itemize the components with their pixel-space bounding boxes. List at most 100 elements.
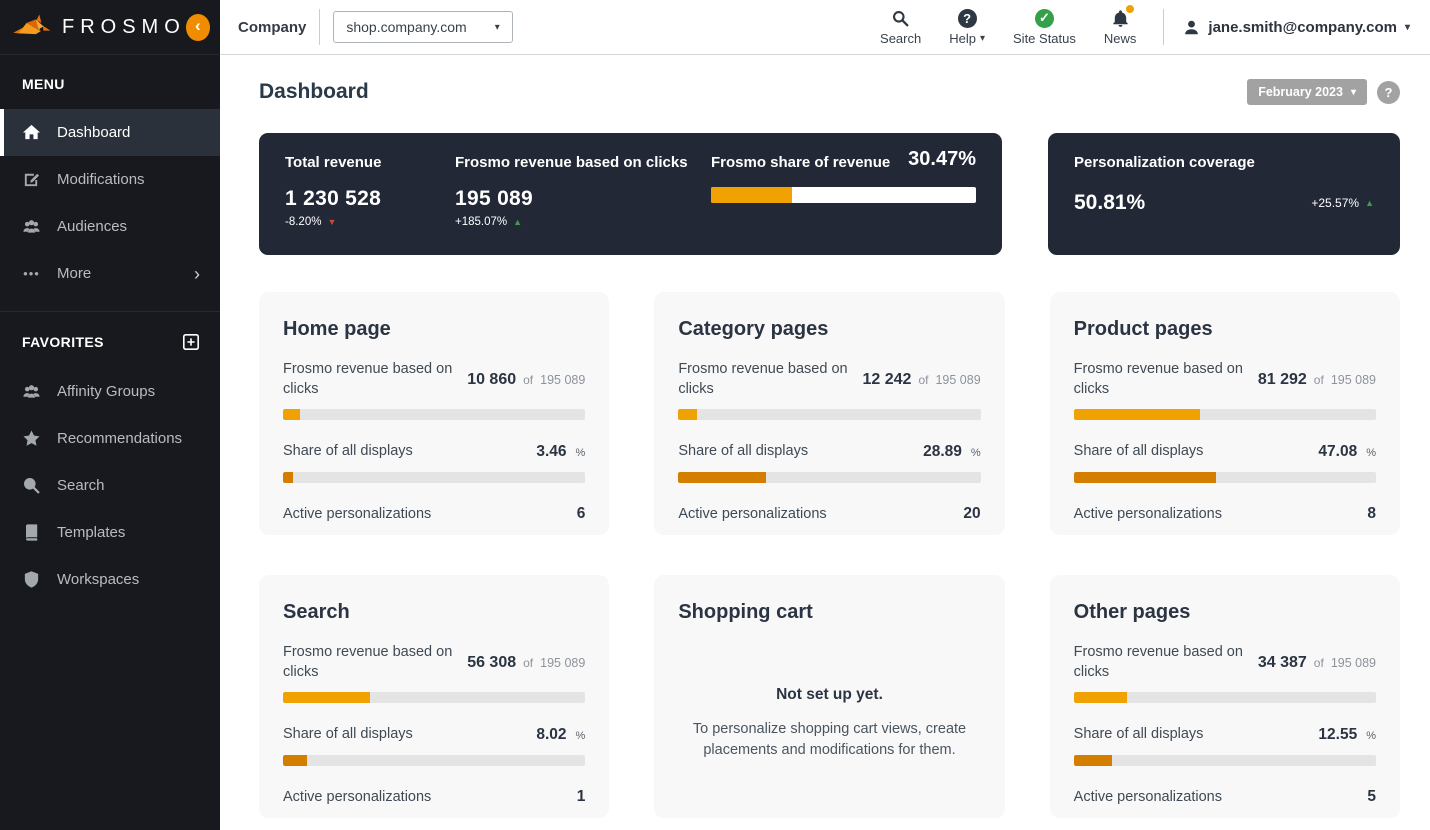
sidebar-item-more[interactable]: ••• More › <box>0 250 220 297</box>
menu-header-label: MENU <box>22 76 65 92</box>
active-personalizations-value: 8 <box>1367 505 1376 523</box>
triangle-up-icon: ▲ <box>1365 197 1374 208</box>
sidebar-item-label: Affinity Groups <box>57 383 156 400</box>
of-label: of <box>523 655 534 670</box>
news-button[interactable]: News <box>1103 5 1137 46</box>
revenue-bar <box>1073 409 1376 421</box>
share-bar-fill <box>283 471 294 483</box>
brand-header: FROSMO ‹ <box>0 0 220 55</box>
share-bar <box>1073 471 1376 483</box>
revenue-total: 195 089 <box>540 372 586 387</box>
card-title: Other pages <box>1073 601 1191 623</box>
active-personalizations-label: Active personalizations <box>1073 788 1222 805</box>
revenue-bar <box>678 409 981 421</box>
page-title: Dashboard <box>259 80 369 103</box>
news-label: News <box>1103 31 1137 46</box>
topbar-divider <box>1163 9 1165 45</box>
empty-state-text: To personalize shopping cart views, crea… <box>692 721 967 759</box>
notification-dot <box>1125 5 1134 13</box>
active-personalizations-value: 1 <box>576 788 586 806</box>
topbar-divider <box>319 9 321 45</box>
site-status-label: Site Status <box>1013 31 1076 46</box>
users-icon <box>23 385 40 398</box>
caret-down-icon: ▾ <box>1404 21 1410 33</box>
book-icon <box>25 524 38 541</box>
dashboard-content: Dashboard February 2023 ▾ ? Total revenu… <box>220 55 1430 830</box>
revenue-metric-label: Frosmo revenue based on clicks <box>1073 361 1243 397</box>
product-pages-card: Product pages Frosmo revenue based on cl… <box>1049 292 1400 535</box>
period-selector-button[interactable]: February 2023 ▾ <box>1247 79 1367 105</box>
share-metric-label: Share of all displays <box>283 726 413 743</box>
revenue-bar-fill <box>678 409 698 421</box>
add-favorite-button[interactable] <box>182 333 200 351</box>
share-unit: % <box>575 446 586 459</box>
revenue-bar <box>283 692 586 704</box>
user-email: jane.smith@company.com <box>1208 18 1397 36</box>
of-label: of <box>918 372 929 387</box>
share-bar <box>1073 754 1376 766</box>
home-icon <box>22 124 41 140</box>
sidebar-item-audiences[interactable]: Audiences <box>0 203 220 250</box>
share-unit: % <box>1366 729 1376 742</box>
star-icon <box>23 430 40 446</box>
sidebar-item-workspaces[interactable]: Workspaces <box>0 556 220 603</box>
revenue-bar <box>283 409 586 421</box>
search-icon <box>23 477 40 494</box>
chevron-left-icon: ‹ <box>195 16 201 35</box>
question-icon: ? <box>957 8 977 28</box>
revenue-metric-label: Frosmo revenue based on clicks <box>283 644 453 680</box>
ellipsis-icon: ••• <box>23 266 40 281</box>
bell-icon <box>1111 5 1134 28</box>
share-of-revenue-label: Frosmo share of revenue <box>711 154 891 171</box>
brand-name: FROSMO <box>62 15 186 38</box>
sidebar-item-affinity-groups[interactable]: Affinity Groups <box>0 368 220 415</box>
sidebar-item-modifications[interactable]: Modifications <box>0 156 220 203</box>
search-card: Search Frosmo revenue based on clicks 56… <box>259 575 610 818</box>
of-label: of <box>523 372 534 387</box>
frosmo-revenue-value: 195 089 <box>455 187 534 210</box>
period-label: February 2023 <box>1258 85 1343 99</box>
active-personalizations-label: Active personalizations <box>1073 505 1222 522</box>
shopping-cart-card: Shopping cart Not set up yet. To persona… <box>654 575 1005 818</box>
other-pages-card: Other pages Frosmo revenue based on clic… <box>1049 575 1400 818</box>
share-value: 12.55 <box>1318 725 1358 743</box>
revenue-bar-fill <box>283 409 300 421</box>
share-bar <box>283 471 586 483</box>
main-area: Company shop.company.com ▾ Search ? Help… <box>220 0 1430 830</box>
chevron-right-icon: › <box>194 263 200 284</box>
user-menu[interactable]: jane.smith@company.com ▾ <box>1183 19 1410 36</box>
sidebar: FROSMO ‹ MENU Dashboard Modifications Au… <box>0 0 220 830</box>
sidebar-item-templates[interactable]: Templates <box>0 509 220 556</box>
sidebar-item-dashboard[interactable]: Dashboard <box>0 109 220 156</box>
active-personalizations-label: Active personalizations <box>678 505 827 522</box>
revenue-total: 195 089 <box>935 372 981 387</box>
favorites-section-header: FAVORITES <box>0 312 220 368</box>
sidebar-item-label: Dashboard <box>57 124 131 141</box>
share-metric-label: Share of all displays <box>1073 726 1204 743</box>
site-selector-dropdown[interactable]: shop.company.com ▾ <box>333 11 513 43</box>
caret-down-icon: ▾ <box>1350 86 1356 98</box>
sidebar-collapse-button[interactable]: ‹ <box>185 13 210 41</box>
search-action-button[interactable]: Search <box>880 8 921 46</box>
page-help-button[interactable]: ? <box>1377 80 1400 104</box>
card-title: Home page <box>283 318 391 340</box>
revenue-bar <box>1073 692 1376 704</box>
revenue-total: 195 089 <box>1330 655 1376 670</box>
site-status-button[interactable]: ✓ Site Status <box>1013 8 1076 46</box>
share-bar <box>283 754 586 766</box>
share-bar-fill <box>1073 471 1216 483</box>
card-title: Product pages <box>1073 318 1213 340</box>
help-menu-button[interactable]: ? Help ▾ <box>949 8 985 46</box>
share-bar <box>678 471 981 483</box>
site-selector-value: shop.company.com <box>346 19 467 35</box>
edit-icon <box>24 173 40 187</box>
sidebar-item-search[interactable]: Search <box>0 462 220 509</box>
menu-section-header: MENU <box>0 55 220 109</box>
caret-down-icon: ▾ <box>494 21 500 33</box>
revenue-overview-card: Total revenue 1 230 528 -8.20% ▼ Frosmo … <box>259 133 1002 255</box>
revenue-metric-label: Frosmo revenue based on clicks <box>1073 644 1243 680</box>
site-status-icon: ✓ <box>1034 8 1054 28</box>
total-revenue-delta: -8.20% <box>285 216 322 228</box>
sidebar-item-recommendations[interactable]: Recommendations <box>0 415 220 462</box>
search-label: Search <box>880 31 922 46</box>
